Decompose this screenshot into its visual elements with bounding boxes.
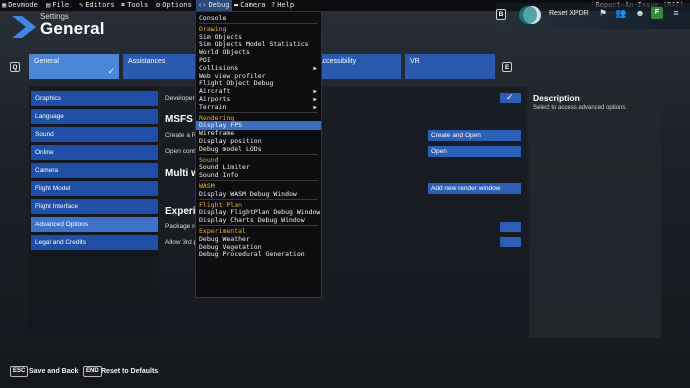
sidebar-item-graphics[interactable]: Graphics	[31, 91, 158, 106]
allow-3rd-party-label: Allow 3rd p	[165, 239, 198, 246]
notification-icon[interactable]: ⚑	[596, 8, 610, 18]
sidebar-item-flight-interface[interactable]: Flight Interface	[31, 199, 158, 214]
menu-separator	[199, 198, 318, 200]
page-title: General	[40, 19, 105, 38]
sidebar-item-sound[interactable]: Sound	[31, 127, 158, 142]
menu-debug[interactable]: ‹› Debug	[196, 0, 232, 11]
allow-3rd-party-toggle[interactable]	[500, 237, 521, 247]
add-render-window-button[interactable]: Add new render window	[428, 183, 521, 194]
app-badge-icon[interactable]: F	[651, 7, 663, 19]
sidebar-item-online[interactable]: Online	[31, 145, 158, 160]
description-text: Select to access advanced options.	[533, 105, 628, 111]
sidebar-item-flight-model[interactable]: Flight Model	[31, 181, 158, 196]
menu-separator	[199, 180, 318, 181]
create-row-label: Create a R	[165, 132, 197, 139]
debug-dropdown-menu: Console Drawing Sim Objects Sim Objects Mod…	[195, 11, 322, 298]
menu-item-sound-info[interactable]: Sound Info	[196, 171, 321, 180]
menu-options[interactable]: ⚙ Options	[156, 0, 192, 11]
tab-accessibility[interactable]: Accessibility	[313, 54, 401, 79]
submenu-arrow-icon: ▶	[313, 103, 317, 111]
menu-icon[interactable]: ≡	[669, 8, 683, 18]
menu-editors[interactable]: ✎ Editors	[79, 0, 115, 11]
menu-item-debug-procedural-generation[interactable]: Debug Procedural Generation	[196, 250, 321, 259]
key-esc-hint: ESC	[10, 366, 29, 377]
gear-icon: ⚙	[156, 1, 161, 9]
back-chevron-icon[interactable]	[10, 14, 40, 40]
menu-tools[interactable]: ✖ Tools	[121, 0, 148, 11]
key-q-hint: Q	[10, 62, 20, 72]
sidebar-item-legal-credits[interactable]: Legal and Credits	[31, 235, 158, 250]
devmode-icon: ▣	[2, 1, 7, 9]
users-icon[interactable]: 👥	[614, 8, 628, 18]
save-and-back-button[interactable]: Save and Back	[29, 368, 78, 375]
menu-item-display-charts-debug-window[interactable]: Display Charts Debug Window	[196, 216, 321, 225]
help-icon: ?	[271, 1, 276, 9]
logo-icon	[519, 6, 541, 24]
key-b-hint: B	[496, 9, 506, 20]
sidebar-item-advanced-options[interactable]: Advanced Options	[31, 217, 158, 232]
menu-file[interactable]: ▤ File	[46, 0, 69, 11]
code-icon: ‹›	[198, 1, 207, 9]
menu-item-terrain[interactable]: Terrain ▶	[196, 103, 321, 112]
key-e-hint: E	[502, 62, 512, 72]
package-toggle[interactable]	[500, 222, 521, 232]
developer-mode-toggle[interactable]	[500, 92, 521, 103]
file-icon: ▤	[46, 1, 51, 9]
reset-xpdr-label[interactable]: Reset XPDR	[549, 10, 589, 17]
key-end-hint: END	[83, 366, 102, 377]
menu-item-console[interactable]: Console	[196, 14, 321, 23]
camera-icon: ▬	[234, 1, 239, 9]
developer-mode-label: Developer	[165, 95, 195, 102]
menu-separator	[199, 225, 318, 226]
menu-item-display-wasm-debug-window[interactable]: Display WASM Debug Window	[196, 190, 321, 199]
menu-item-debug-model-lods[interactable]: Debug model LODs	[196, 145, 321, 154]
menu-separator	[199, 153, 318, 155]
open-row-label: Open conte	[165, 148, 199, 155]
menu-devmode[interactable]: ▣ Devmode	[2, 0, 38, 11]
tab-general[interactable]: General ✓	[29, 54, 119, 79]
tab-vr[interactable]: VR	[405, 54, 495, 79]
menu-separator	[199, 22, 318, 24]
menu-help[interactable]: ? Help	[271, 0, 294, 11]
sidebar-item-language[interactable]: Language	[31, 109, 158, 124]
sidebar-item-camera[interactable]: Camera	[31, 163, 158, 178]
description-panel	[529, 87, 661, 338]
description-title: Description	[533, 93, 580, 103]
menu-separator	[199, 111, 318, 113]
menu-camera[interactable]: ▬ Camera	[234, 0, 266, 11]
check-icon: ✓	[107, 66, 115, 76]
pencil-icon: ✎	[79, 1, 84, 9]
open-button[interactable]: Open	[428, 146, 521, 157]
package-row-label: Package re	[165, 223, 198, 230]
create-and-open-button[interactable]: Create and Open	[428, 130, 521, 141]
profile-icon[interactable]: ☻	[633, 8, 647, 18]
wrench-icon: ✖	[121, 1, 126, 9]
reset-defaults-button[interactable]: Reset to Defaults	[101, 368, 158, 375]
